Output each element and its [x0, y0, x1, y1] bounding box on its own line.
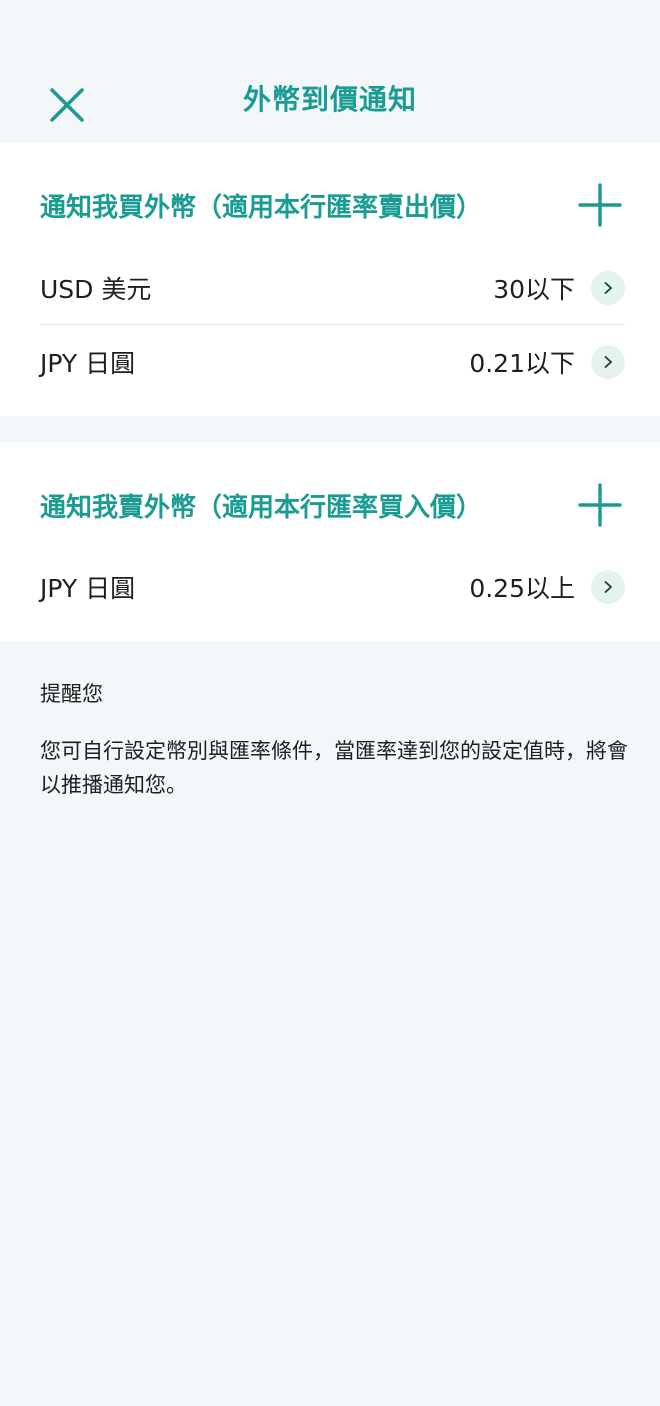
plus-icon [578, 483, 622, 527]
reminder-section: 提醒您 您可自行設定幣別與匯率條件，當匯率達到您的設定值時，將會以推播通知您。 [40, 678, 630, 802]
row-right: 0.25以上 [469, 569, 625, 605]
sell-alert-row-jpy[interactable]: JPY 日圓 0.25以上 [40, 550, 625, 624]
chevron-right-icon [591, 271, 625, 305]
add-buy-alert-button[interactable] [576, 181, 624, 229]
row-right: 30以下 [493, 270, 625, 306]
header: 外幣到價通知 [0, 60, 660, 144]
add-sell-alert-button[interactable] [576, 481, 624, 529]
buy-section-header: 通知我買外幣（適用本行匯率賣出價） [40, 181, 622, 229]
reminder-text: 您可自行設定幣別與匯率條件，當匯率達到您的設定值時，將會以推播通知您。 [40, 739, 628, 797]
reminder-title: 提醒您 [40, 682, 103, 706]
buy-section-title: 通知我買外幣（適用本行匯率賣出價） [40, 192, 483, 223]
sell-section-header: 通知我賣外幣（適用本行匯率買入價） [40, 481, 622, 529]
chevron-right-icon [591, 570, 625, 604]
close-button[interactable] [46, 84, 88, 126]
buy-alert-row-jpy[interactable]: JPY 日圓 0.21以下 [40, 325, 625, 399]
buy-alert-card: 通知我買外幣（適用本行匯率賣出價） USD 美元 30以下 JPY 日圓 0.2 [0, 143, 660, 416]
condition-value: 0.25以上 [469, 574, 575, 603]
sell-alert-card: 通知我賣外幣（適用本行匯率買入價） JPY 日圓 0.25以上 [0, 443, 660, 641]
chevron-right-icon [591, 345, 625, 379]
close-icon [50, 88, 84, 122]
condition-value: 0.21以下 [469, 349, 575, 378]
sell-section-title: 通知我賣外幣（適用本行匯率買入價） [40, 492, 483, 523]
condition-value: 30以下 [493, 275, 575, 304]
currency-label: JPY 日圓 [40, 574, 136, 603]
buy-alert-row-usd[interactable]: USD 美元 30以下 [40, 251, 625, 325]
plus-icon [578, 183, 622, 227]
row-right: 0.21以下 [469, 344, 625, 380]
page-title: 外幣到價通知 [242, 83, 417, 116]
page: 外幣到價通知 通知我買外幣（適用本行匯率賣出價） USD 美元 30以下 JPY… [0, 0, 660, 1406]
currency-label: JPY 日圓 [40, 349, 136, 378]
currency-label: USD 美元 [40, 275, 152, 304]
